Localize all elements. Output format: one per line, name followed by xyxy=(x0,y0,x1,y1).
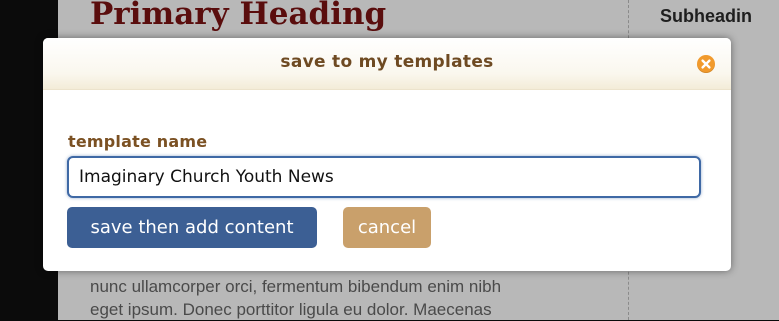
body-text-line: eget ipsum. Donec porttitor ligula eu do… xyxy=(90,300,492,319)
close-circle-icon[interactable] xyxy=(697,55,715,73)
template-name-input[interactable] xyxy=(67,156,701,198)
template-name-label: template name xyxy=(68,132,208,151)
dialog-header: save to my templates xyxy=(43,38,731,90)
subheading: Subheadin xyxy=(660,6,753,26)
save-template-dialog: save to my templates template name save … xyxy=(43,38,731,271)
primary-heading: Primary Heading xyxy=(90,0,387,32)
cancel-button[interactable]: cancel xyxy=(343,207,431,248)
save-then-add-content-button[interactable]: save then add content xyxy=(67,207,317,248)
body-text-line: nunc ullamcorper orci, fermentum bibendu… xyxy=(90,277,502,296)
close-x-glyph xyxy=(701,59,711,69)
dialog-title: save to my templates xyxy=(280,52,494,72)
body-text: nunc ullamcorper orci, fermentum bibendu… xyxy=(90,275,610,321)
